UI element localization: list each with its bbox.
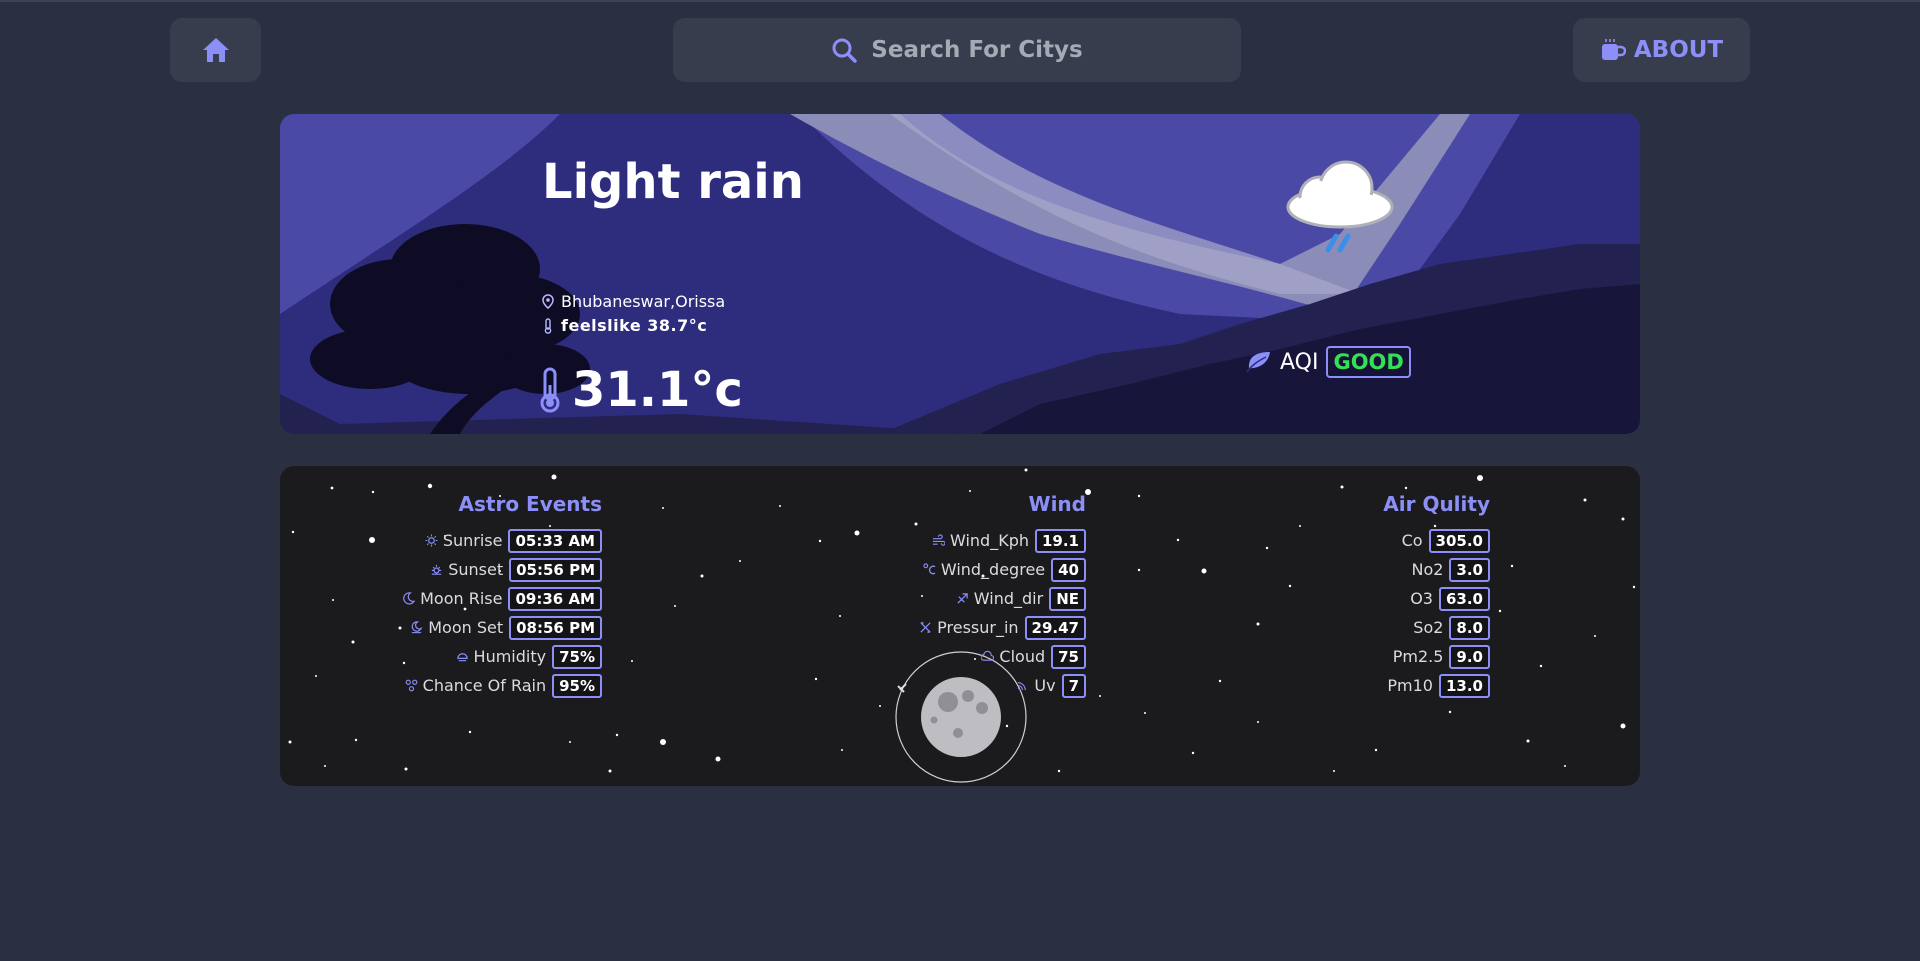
air-quality-section: Air Qulity Co 305.0 No2 3.0 O3 63.0 So2 … — [1190, 492, 1490, 700]
uv-icon — [1018, 682, 1027, 691]
temperature-value: 31.1°c — [572, 362, 743, 418]
wind-section: Wind Wind_Kph 19.1 Wind_degree 40 Wind_d… — [786, 492, 1086, 700]
air-value: 13.0 — [1438, 673, 1490, 698]
search-icon — [832, 38, 858, 63]
air-value: 63.0 — [1438, 586, 1490, 611]
wind-row-direction: Wind_dir NE — [956, 584, 1086, 613]
astro-value: 95% — [552, 673, 602, 698]
aqi-row: AQI GOOD — [1246, 346, 1411, 378]
wind-value: 75 — [1051, 644, 1086, 669]
wind-label: Wind_dir — [973, 589, 1044, 608]
astro-label: Sunset — [448, 560, 504, 579]
astro-value: 08:56 PM — [509, 615, 602, 640]
feels-like-text: feelslike 38.7°c — [561, 316, 708, 335]
wind-label: Uv — [1034, 676, 1056, 695]
thermometer-icon — [540, 367, 560, 413]
air-label: Pm2.5 — [1392, 647, 1444, 666]
air-row-pm10: Pm10 13.0 — [1387, 671, 1490, 700]
top-border — [0, 0, 1920, 2]
sunset-icon — [432, 564, 442, 575]
astro-value: 09:36 AM — [508, 586, 602, 611]
air-value: 8.0 — [1449, 615, 1490, 640]
astro-events-title: Astro Events — [458, 492, 602, 516]
degree-icon — [923, 563, 936, 575]
wind-row-uv: Uv 7 — [1016, 671, 1086, 700]
wind-label: Wind_Kph — [949, 531, 1029, 550]
location-row: Bhubaneswar,Orissa — [542, 292, 725, 311]
wind-row-kph: Wind_Kph 19.1 — [932, 526, 1086, 555]
moonset-icon — [411, 621, 423, 634]
wind-value: 7 — [1061, 673, 1086, 698]
about-button[interactable]: ABOUT — [1573, 18, 1750, 82]
home-button[interactable] — [170, 18, 261, 82]
air-row-co: Co 305.0 — [1402, 526, 1490, 555]
air-label: Co — [1401, 531, 1423, 550]
wind-value: 29.47 — [1024, 615, 1086, 640]
location-name: Bhubaneswar,Orissa — [561, 292, 726, 311]
air-label: Pm10 — [1387, 676, 1433, 695]
wind-label: Pressur_in — [937, 618, 1019, 637]
wind-value: NE — [1049, 586, 1086, 611]
air-label: So2 — [1413, 618, 1444, 637]
astro-value: 05:56 PM — [509, 557, 602, 582]
weather-condition: Light rain — [542, 154, 804, 210]
wind-row-pressure: Pressur_in 29.47 — [919, 613, 1086, 642]
moon-icon — [403, 592, 416, 605]
coffee-icon — [1601, 39, 1626, 60]
astro-events-section: Astro Events Sunrise 05:33 AM Sunset 05:… — [302, 492, 602, 700]
leaf-icon — [1246, 352, 1270, 373]
wind-icon — [932, 534, 945, 546]
astro-row-moonset: Moon Set 08:56 PM — [410, 613, 602, 642]
search-bar[interactable]: Search For Citys — [673, 18, 1241, 82]
wind-title: Wind — [1028, 492, 1086, 516]
air-row-o3: O3 63.0 — [1410, 584, 1490, 613]
astro-label: Chance Of Rain — [422, 676, 547, 695]
location-pin-icon — [542, 294, 554, 309]
air-quality-title: Air Qulity — [1383, 492, 1490, 516]
air-row-so2: So2 8.0 — [1413, 613, 1490, 642]
wind-value: 40 — [1051, 557, 1086, 582]
temperature-row: 31.1°c — [536, 362, 743, 418]
air-row-no2: No2 3.0 — [1411, 555, 1490, 584]
astro-row-sunset: Sunset 05:56 PM — [430, 555, 602, 584]
current-weather-card: Light rain Bhubaneswar,Orissa feelslike … — [280, 114, 1640, 434]
home-icon — [202, 38, 229, 62]
air-value: 305.0 — [1428, 528, 1490, 553]
wind-row-cloud: Cloud 75 — [981, 642, 1086, 671]
rain-chance-icon — [405, 679, 417, 692]
aqi-status-badge: GOOD — [1326, 346, 1411, 378]
astro-label: Sunrise — [442, 531, 503, 550]
wind-row-degree: Wind_degree 40 — [923, 555, 1086, 584]
details-card: Astro Events Sunrise 05:33 AM Sunset 05:… — [280, 466, 1640, 786]
compass-icon — [957, 593, 968, 604]
astro-row-sunrise: Sunrise 05:33 AM — [425, 526, 602, 555]
astro-row-moonrise: Moon Rise 09:36 AM — [402, 584, 602, 613]
thermometer-small-icon — [544, 317, 552, 334]
air-label: O3 — [1410, 589, 1433, 608]
astro-value: 75% — [552, 644, 602, 669]
about-label: ABOUT — [1633, 37, 1724, 63]
air-value: 9.0 — [1449, 644, 1490, 669]
astro-label: Moon Rise — [420, 589, 503, 608]
cloud-icon — [981, 650, 995, 661]
light-rain-icon — [1286, 160, 1394, 253]
air-row-pm25: Pm2.5 9.0 — [1393, 642, 1490, 671]
astro-row-humidity: Humidity 75% — [456, 642, 602, 671]
pressure-icon — [920, 622, 931, 633]
astro-value: 05:33 AM — [508, 528, 602, 553]
astro-label: Moon Set — [428, 618, 504, 637]
feels-like-row: feelslike 38.7°c — [542, 316, 707, 335]
wind-label: Cloud — [999, 647, 1046, 666]
aqi-label: AQI — [1280, 349, 1319, 375]
astro-label: Humidity — [473, 647, 547, 666]
humidity-icon — [456, 653, 468, 662]
mountain-landscape-illustration — [280, 114, 1640, 434]
air-label: No2 — [1411, 560, 1444, 579]
search-placeholder: Search For Citys — [871, 37, 1083, 63]
wind-label: Wind_degree — [940, 560, 1046, 579]
wind-value: 19.1 — [1034, 528, 1086, 553]
astro-row-chance-of-rain: Chance Of Rain 95% — [405, 671, 602, 700]
air-value: 3.0 — [1449, 557, 1490, 582]
sun-icon — [425, 534, 438, 547]
